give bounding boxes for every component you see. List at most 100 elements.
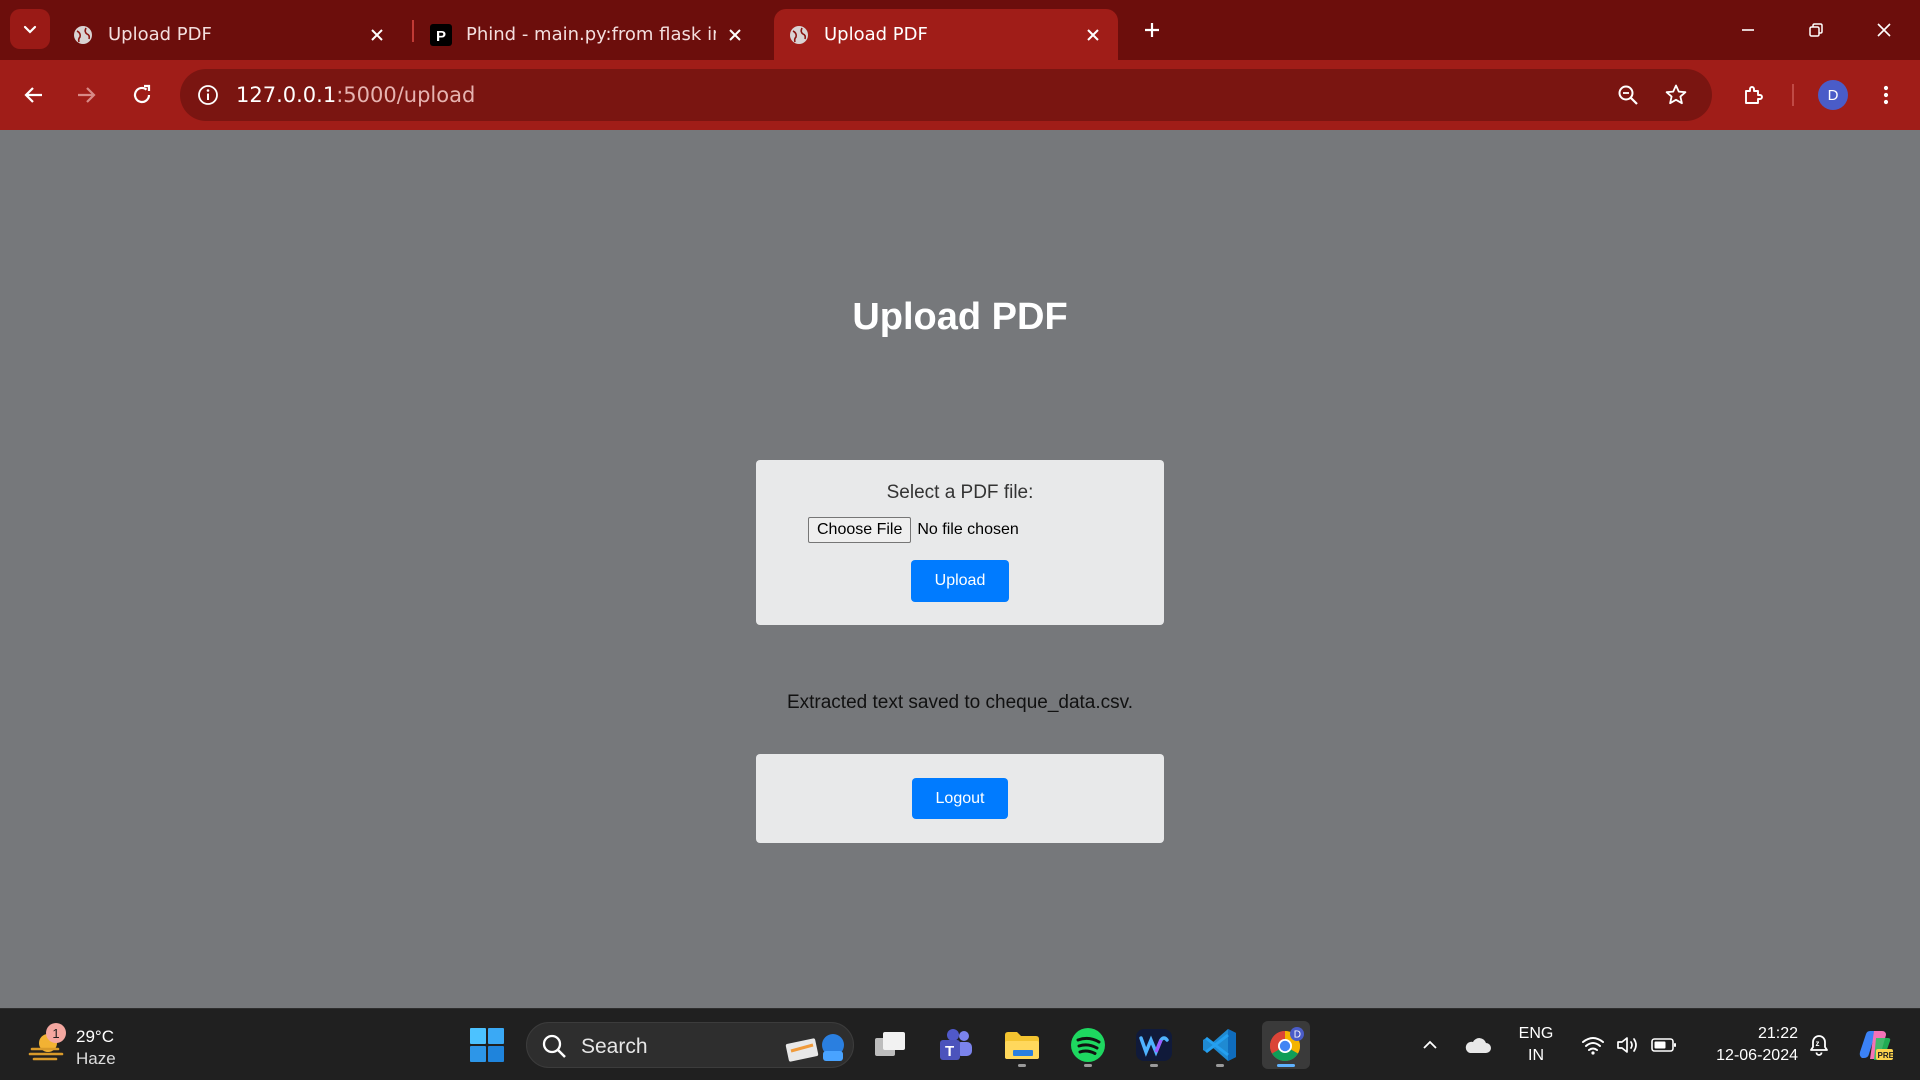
search-icon — [542, 1034, 566, 1058]
svg-text:z: z — [1816, 1039, 1820, 1048]
address-bar[interactable]: 127.0.0.1:5000/upload — [180, 69, 1712, 121]
close-tab-icon[interactable] — [724, 24, 746, 46]
folder-icon — [1005, 1032, 1039, 1059]
file-input[interactable]: Choose File No file chosen — [808, 517, 1019, 543]
extensions-button[interactable] — [1734, 75, 1774, 115]
weather-condition: Haze — [76, 1049, 116, 1068]
file-explorer-app[interactable] — [998, 1021, 1046, 1069]
page-content: Upload PDF Select a PDF file: Choose Fil… — [0, 130, 1920, 1008]
chrome-icon: D — [1269, 1027, 1304, 1062]
teams-app[interactable]: T — [932, 1021, 980, 1069]
weather-widget[interactable]: 1 29°C Haze — [24, 1021, 174, 1069]
phind-logo-icon: P — [430, 23, 452, 46]
logout-card: Logout — [756, 754, 1164, 843]
copilot-icon: PRE — [1859, 1031, 1894, 1060]
battery-icon — [1651, 1038, 1676, 1052]
file-label: Select a PDF file: — [886, 482, 1034, 503]
start-button[interactable] — [463, 1021, 511, 1069]
close-tab-icon[interactable] — [366, 24, 388, 46]
tab-upload-pdf-1[interactable]: Upload PDF — [58, 9, 402, 60]
vscode-app[interactable] — [1196, 1021, 1244, 1069]
vscode-icon — [1203, 1029, 1236, 1061]
language-line2: IN — [1528, 1047, 1544, 1064]
clock[interactable]: 21:22 12-06-2024 — [1690, 1023, 1798, 1067]
running-indicator — [1084, 1064, 1092, 1067]
restore-button[interactable] — [1796, 10, 1836, 50]
onedrive-button[interactable] — [1460, 1021, 1496, 1069]
close-window-button[interactable] — [1864, 10, 1904, 50]
toolbar-divider — [1792, 84, 1794, 106]
clock-time: 21:22 — [1757, 1025, 1798, 1042]
cloud-icon — [1465, 1038, 1491, 1053]
svg-text:T: T — [945, 1043, 954, 1060]
tab-separator — [412, 20, 414, 42]
spotify-app[interactable] — [1064, 1021, 1112, 1069]
choose-file-button[interactable]: Choose File — [808, 517, 912, 543]
notifications-button[interactable]: z — [1804, 1021, 1834, 1069]
tab-phind[interactable]: P Phind - main.py:from flask import — [416, 9, 760, 60]
close-icon — [1877, 23, 1891, 37]
logout-button[interactable]: Logout — [912, 778, 1008, 819]
zoom-button[interactable] — [1608, 75, 1648, 115]
tab-search-button[interactable] — [10, 9, 50, 49]
task-view-button[interactable] — [866, 1021, 914, 1069]
menu-button[interactable] — [1866, 75, 1906, 115]
search-placeholder: Search — [581, 1035, 648, 1058]
chrome-app[interactable]: D — [1262, 1021, 1310, 1069]
volume-icon — [1617, 1037, 1637, 1053]
minimize-button[interactable] — [1728, 10, 1768, 50]
running-indicator — [1150, 1064, 1158, 1067]
plus-icon — [1145, 23, 1159, 37]
tab-upload-pdf-active[interactable]: Upload PDF — [774, 9, 1118, 60]
bookmark-button[interactable] — [1656, 75, 1696, 115]
copilot-button[interactable]: PRE — [1852, 1021, 1898, 1069]
url-host: 127.0.0.1 — [236, 83, 337, 107]
close-tab-icon[interactable] — [1082, 24, 1104, 46]
language-line1: ENG — [1518, 1025, 1554, 1042]
profile-avatar[interactable]: D — [1818, 80, 1848, 110]
page-title: Upload PDF — [852, 296, 1068, 338]
reload-button[interactable] — [122, 75, 162, 115]
taskbar-search[interactable]: Search — [526, 1022, 854, 1068]
running-indicator-active — [1277, 1064, 1295, 1067]
forward-button[interactable] — [66, 75, 106, 115]
arrow-right-icon — [78, 87, 96, 103]
battery-button[interactable] — [1648, 1021, 1680, 1069]
bell-snooze-icon: z — [1810, 1035, 1828, 1056]
back-button[interactable] — [14, 75, 54, 115]
svg-text:P: P — [436, 28, 446, 45]
restore-icon — [1809, 23, 1823, 37]
clock-date: 12-06-2024 — [1716, 1047, 1798, 1064]
webex-app[interactable] — [1130, 1021, 1178, 1069]
language-indicator[interactable]: ENG IN — [1508, 1023, 1564, 1067]
star-icon — [1665, 84, 1687, 105]
globe-icon — [72, 24, 94, 46]
new-tab-button[interactable] — [1136, 14, 1168, 46]
arrow-left-icon — [24, 87, 42, 103]
site-info-icon[interactable] — [194, 81, 222, 109]
chevron-up-icon — [1423, 1040, 1437, 1049]
weather-temp: 29°C — [76, 1027, 114, 1046]
tab-title: Upload PDF — [108, 24, 212, 45]
spotify-icon — [1071, 1028, 1105, 1062]
task-view-icon — [875, 1032, 905, 1056]
taskbar: 1 29°C Haze Search T D ENG IN 21:22 12-0… — [0, 1008, 1920, 1080]
no-file-text: No file chosen — [917, 521, 1019, 538]
teams-icon: T — [940, 1029, 972, 1060]
svg-text:D: D — [1294, 1030, 1301, 1041]
upload-button[interactable]: Upload — [911, 560, 1009, 602]
upload-form-card: Select a PDF file: Choose File No file c… — [756, 460, 1164, 625]
wifi-button[interactable] — [1578, 1021, 1608, 1069]
running-indicator — [1018, 1064, 1026, 1067]
volume-button[interactable] — [1614, 1021, 1644, 1069]
browser-toolbar: 127.0.0.1:5000/upload D — [0, 60, 1920, 130]
puzzle-icon — [1745, 86, 1763, 104]
globe-icon — [788, 24, 810, 46]
show-hidden-icons-button[interactable] — [1414, 1021, 1446, 1069]
kebab-menu-icon — [1883, 85, 1889, 105]
windows-logo-icon — [470, 1028, 504, 1062]
tab-strip: Upload PDF P Phind - main.py:from flask … — [0, 0, 1920, 60]
tab-title: Phind - main.py:from flask import — [466, 24, 716, 45]
notification-badge: 1 — [46, 1023, 66, 1043]
chevron-down-icon — [23, 25, 37, 34]
